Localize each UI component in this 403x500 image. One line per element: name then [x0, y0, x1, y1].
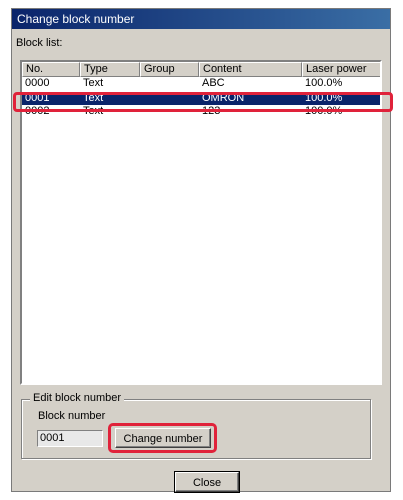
- cell-content: ABC: [202, 77, 225, 89]
- change-number-callout: [108, 423, 217, 453]
- cell-laser-power: 100.0%: [305, 77, 343, 89]
- block-list-header: No. Type Group Content Laser power: [22, 62, 380, 78]
- cell-no: 0000: [25, 77, 50, 89]
- edit-block-number-title: Edit block number: [30, 392, 125, 404]
- block-number-label: Block number: [38, 410, 106, 422]
- table-row[interactable]: 0000 Text ABC 100.0%: [22, 77, 380, 90]
- column-header-laser-power[interactable]: Laser power: [302, 62, 380, 77]
- block-list-label: Block list:: [16, 37, 63, 49]
- dialog-title: Change block number: [12, 9, 390, 29]
- column-header-no[interactable]: No.: [22, 62, 80, 77]
- column-header-group[interactable]: Group: [140, 62, 199, 77]
- column-header-type[interactable]: Type: [80, 62, 140, 77]
- close-button[interactable]: Close: [175, 472, 239, 492]
- block-number-field[interactable]: 0001: [37, 430, 103, 447]
- cell-type: Text: [83, 77, 104, 89]
- selected-row-callout: [13, 92, 393, 112]
- column-header-content[interactable]: Content: [199, 62, 302, 77]
